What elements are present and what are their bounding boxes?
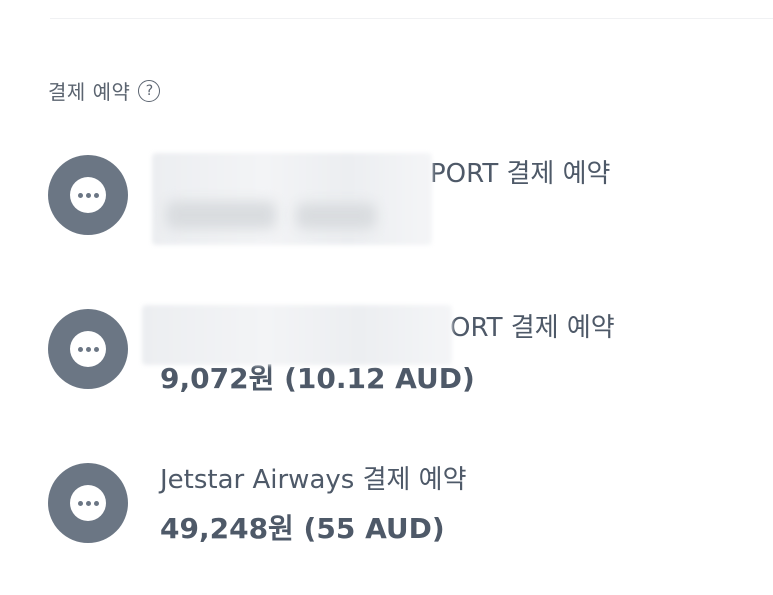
redacted-area bbox=[142, 305, 452, 365]
payment-item[interactable]: Jetstar Airways 결제 예약 49,248원 (55 AUD) bbox=[48, 463, 748, 553]
top-divider bbox=[50, 18, 773, 19]
merchant-name: PORT 결제 예약 bbox=[430, 159, 611, 189]
merchant-name: Jetstar Airways 결제 예약 bbox=[160, 465, 467, 495]
merchant-name: ORT 결제 예약 bbox=[450, 313, 615, 343]
redacted-amount-part bbox=[166, 201, 276, 229]
redacted-amount-part bbox=[296, 203, 376, 229]
payment-item[interactable]: PORT 결제 예약 bbox=[48, 153, 748, 245]
section-title: 결제 예약 bbox=[48, 80, 131, 104]
section-header: 결제 예약 ? bbox=[48, 76, 161, 105]
payment-item[interactable]: ORT 결제 예약 9,072원 (10.12 AUD) bbox=[48, 305, 748, 399]
redacted-area bbox=[152, 153, 432, 245]
more-dots-icon[interactable] bbox=[48, 309, 128, 389]
help-icon[interactable]: ? bbox=[138, 79, 161, 102]
amount: 49,248원 (55 AUD) bbox=[160, 512, 445, 545]
more-dots-icon[interactable] bbox=[48, 463, 128, 543]
scheduled-payments-page: 결제 예약 ? PORT 결제 예약 ORT 결제 예약 9,072원 (10.… bbox=[0, 0, 773, 595]
more-dots-icon[interactable] bbox=[48, 155, 128, 235]
